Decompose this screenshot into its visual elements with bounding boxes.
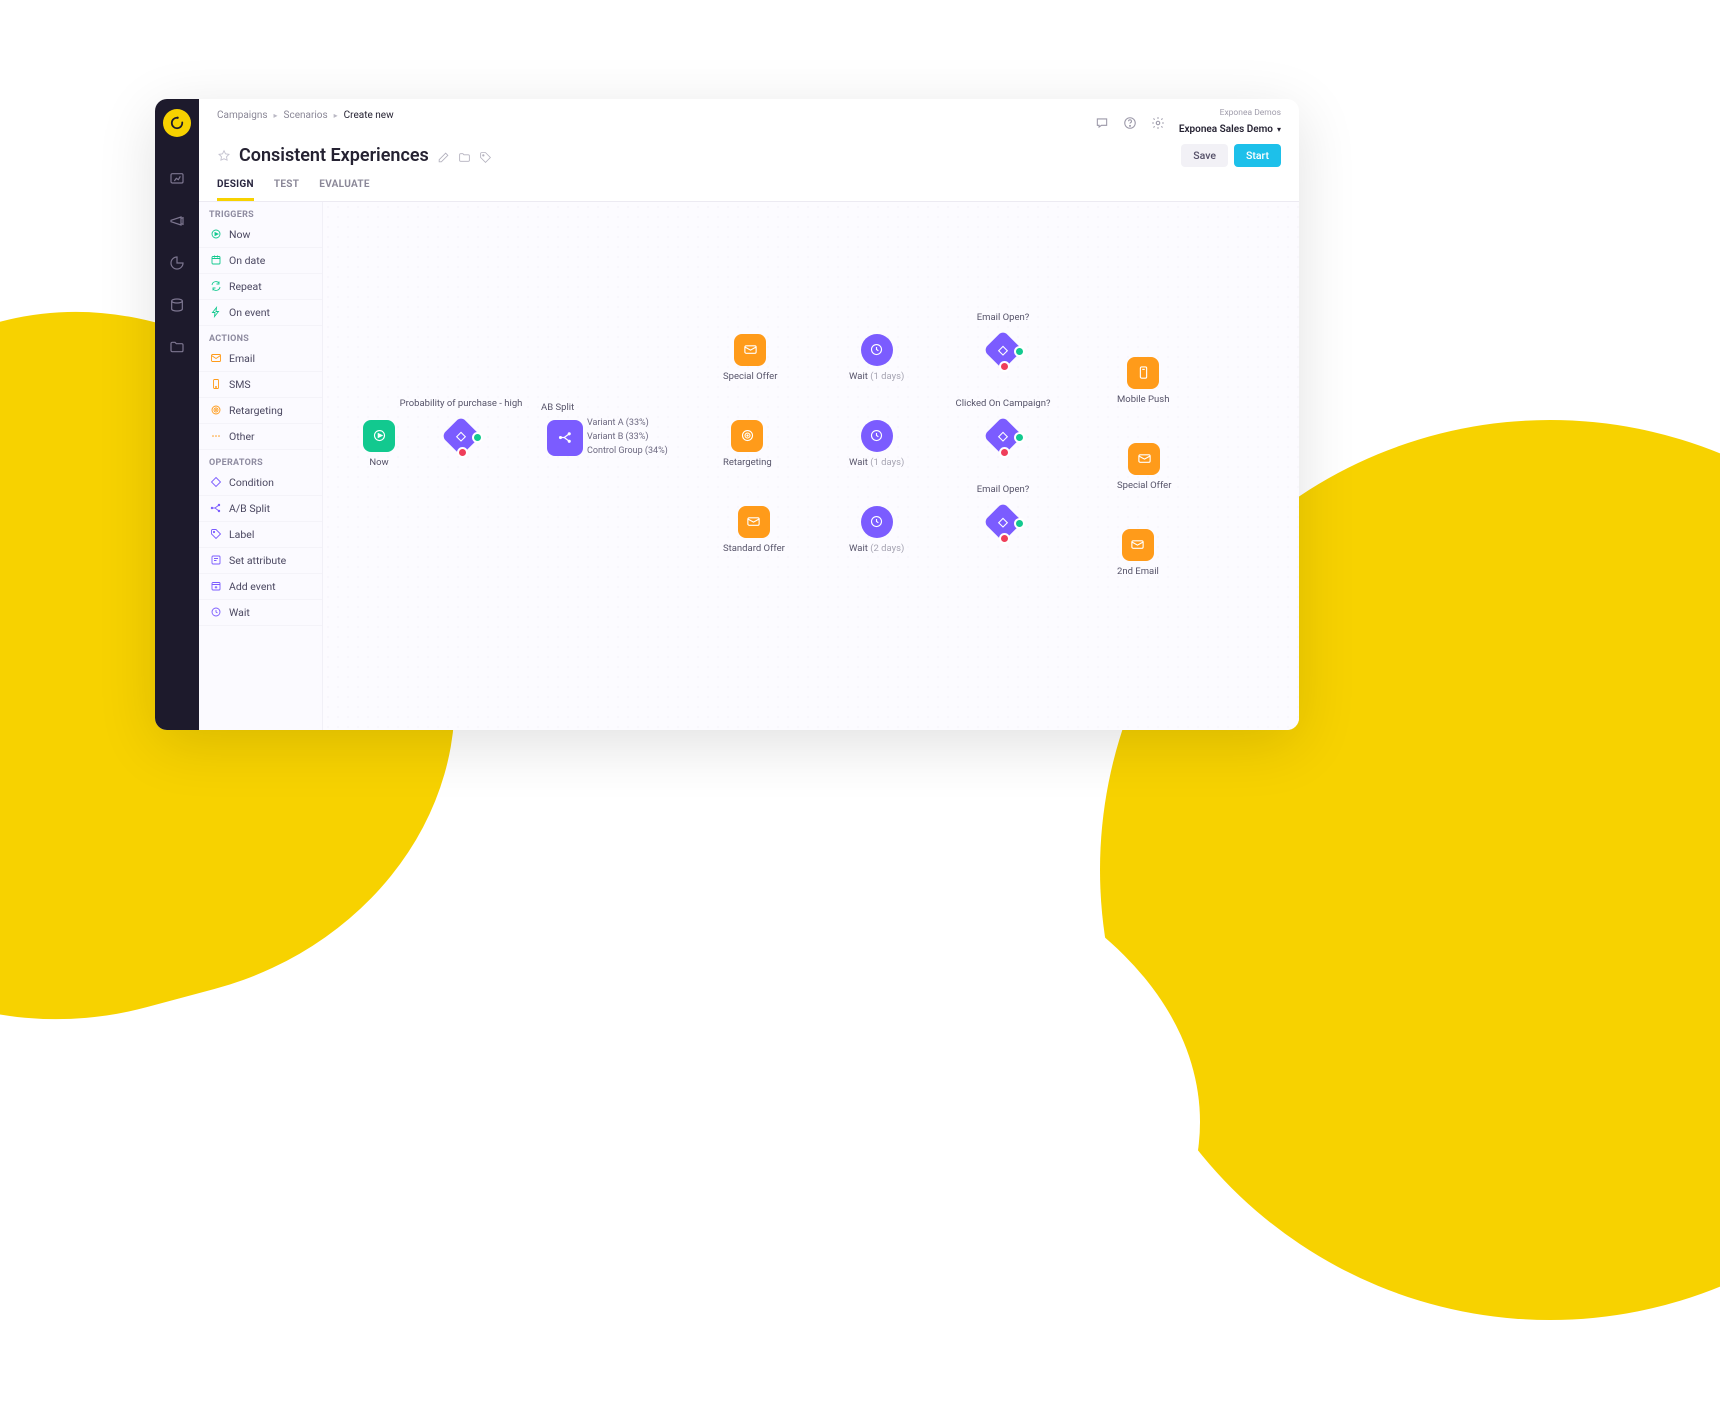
price-tag-icon bbox=[209, 528, 222, 541]
calendar-plus-icon bbox=[209, 580, 222, 593]
clock-icon bbox=[209, 606, 222, 619]
node-special-offer-end[interactable]: Special Offer bbox=[1117, 443, 1171, 491]
palette-set-attribute[interactable]: Set attribute bbox=[199, 548, 322, 574]
palette-repeat[interactable]: Repeat bbox=[199, 274, 322, 300]
palette-now[interactable]: Now bbox=[199, 222, 322, 248]
tab-evaluate[interactable]: EVALUATE bbox=[319, 179, 370, 201]
repeat-icon bbox=[209, 280, 222, 293]
mobile-icon bbox=[209, 378, 222, 391]
breadcrumb-campaigns[interactable]: Campaigns bbox=[217, 109, 268, 123]
save-button[interactable]: Save bbox=[1181, 144, 1228, 167]
palette-add-event[interactable]: Add event bbox=[199, 574, 322, 600]
app-logo[interactable] bbox=[163, 109, 191, 137]
attribute-icon bbox=[209, 554, 222, 567]
node-clicked-campaign[interactable]: Clicked On Campaign? bbox=[983, 416, 1023, 456]
clock-icon bbox=[861, 420, 893, 452]
email-icon bbox=[734, 334, 766, 366]
triggers-header: TRIGGERS bbox=[199, 202, 322, 222]
analytics-icon[interactable] bbox=[167, 253, 187, 273]
calendar-icon bbox=[209, 254, 222, 267]
page-header: Campaigns ▸ Scenarios ▸ Create new Expon… bbox=[199, 99, 1299, 201]
flow-canvas[interactable]: Now Probability of purchase - high bbox=[323, 202, 1299, 730]
favorite-icon[interactable] bbox=[217, 148, 231, 162]
files-icon[interactable] bbox=[167, 337, 187, 357]
target-icon bbox=[209, 404, 222, 417]
node-retargeting[interactable]: Retargeting bbox=[723, 420, 772, 468]
play-icon bbox=[363, 420, 395, 452]
node-special-offer[interactable]: Special Offer bbox=[723, 334, 777, 382]
palette-label[interactable]: Label bbox=[199, 522, 322, 548]
palette-ab-split[interactable]: A/B Split bbox=[199, 496, 322, 522]
editor-tabs: DESIGN TEST EVALUATE bbox=[217, 179, 1281, 201]
breadcrumb-scenarios[interactable]: Scenarios bbox=[284, 109, 328, 123]
dashboard-icon[interactable] bbox=[167, 169, 187, 189]
play-circle-icon bbox=[209, 228, 222, 241]
operators-header: OPERATORS bbox=[199, 450, 322, 470]
palette-retargeting[interactable]: Retargeting bbox=[199, 398, 322, 424]
settings-icon[interactable] bbox=[1151, 115, 1165, 129]
node-probability[interactable]: Probability of purchase - high bbox=[441, 416, 481, 456]
actions-header: ACTIONS bbox=[199, 326, 322, 346]
tab-test[interactable]: TEST bbox=[274, 179, 299, 201]
node-email-open-2[interactable]: Email Open? bbox=[983, 502, 1023, 542]
node-wait-2[interactable]: Wait (1 days) bbox=[849, 420, 904, 468]
scenario-title: Consistent Experiences bbox=[239, 145, 429, 166]
palette-email[interactable]: Email bbox=[199, 346, 322, 372]
node-palette: TRIGGERS Now On date Repeat On event ACT… bbox=[199, 202, 323, 730]
bolt-icon bbox=[209, 306, 222, 319]
tab-design[interactable]: DESIGN bbox=[217, 179, 254, 201]
node-second-email[interactable]: 2nd Email bbox=[1117, 529, 1159, 577]
flow-edges bbox=[323, 202, 623, 352]
palette-on-date[interactable]: On date bbox=[199, 248, 322, 274]
node-standard-offer[interactable]: Standard Offer bbox=[723, 506, 785, 554]
palette-on-event[interactable]: On event bbox=[199, 300, 322, 326]
node-wait-1[interactable]: Wait (1 days) bbox=[849, 334, 904, 382]
breadcrumb: Campaigns ▸ Scenarios ▸ Create new bbox=[217, 109, 394, 123]
diamond-icon bbox=[209, 476, 222, 489]
start-button[interactable]: Start bbox=[1234, 144, 1281, 167]
data-icon[interactable] bbox=[167, 295, 187, 315]
folder-icon[interactable] bbox=[458, 149, 471, 162]
node-now[interactable]: Now bbox=[363, 420, 395, 468]
clock-icon bbox=[861, 334, 893, 366]
email-icon bbox=[1128, 443, 1160, 475]
node-ab-split[interactable]: AB Split Variant A (33%) Variant B (33%)… bbox=[547, 420, 583, 456]
palette-wait[interactable]: Wait bbox=[199, 600, 322, 626]
palette-other[interactable]: Other bbox=[199, 424, 322, 450]
help-icon[interactable] bbox=[1123, 115, 1137, 129]
target-icon bbox=[731, 420, 763, 452]
split-icon bbox=[209, 502, 222, 515]
feedback-icon[interactable] bbox=[1095, 115, 1109, 129]
campaigns-icon[interactable] bbox=[167, 211, 187, 231]
palette-sms[interactable]: SMS bbox=[199, 372, 322, 398]
email-icon bbox=[1122, 529, 1154, 561]
breadcrumb-current: Create new bbox=[344, 109, 394, 123]
edit-title-icon[interactable] bbox=[437, 149, 450, 162]
node-email-open-1[interactable]: Email Open? bbox=[983, 330, 1023, 370]
email-icon bbox=[209, 352, 222, 365]
logo-icon bbox=[170, 116, 184, 130]
mobile-push-icon bbox=[1127, 357, 1159, 389]
dots-icon bbox=[209, 430, 222, 443]
palette-condition[interactable]: Condition bbox=[199, 470, 322, 496]
split-variants: Variant A (33%) Variant B (33%) Control … bbox=[587, 416, 668, 458]
clock-icon bbox=[861, 506, 893, 538]
tag-icon[interactable] bbox=[479, 149, 492, 162]
node-wait-3[interactable]: Wait (2 days) bbox=[849, 506, 904, 554]
node-mobile-push[interactable]: Mobile Push bbox=[1117, 357, 1169, 405]
app-window: Campaigns ▸ Scenarios ▸ Create new Expon… bbox=[155, 99, 1299, 730]
split-icon: Variant A (33%) Variant B (33%) Control … bbox=[547, 420, 583, 456]
email-icon bbox=[738, 506, 770, 538]
project-selector[interactable]: Exponea Demos Exponea Sales Demo▾ bbox=[1179, 109, 1281, 136]
nav-rail bbox=[155, 99, 199, 730]
